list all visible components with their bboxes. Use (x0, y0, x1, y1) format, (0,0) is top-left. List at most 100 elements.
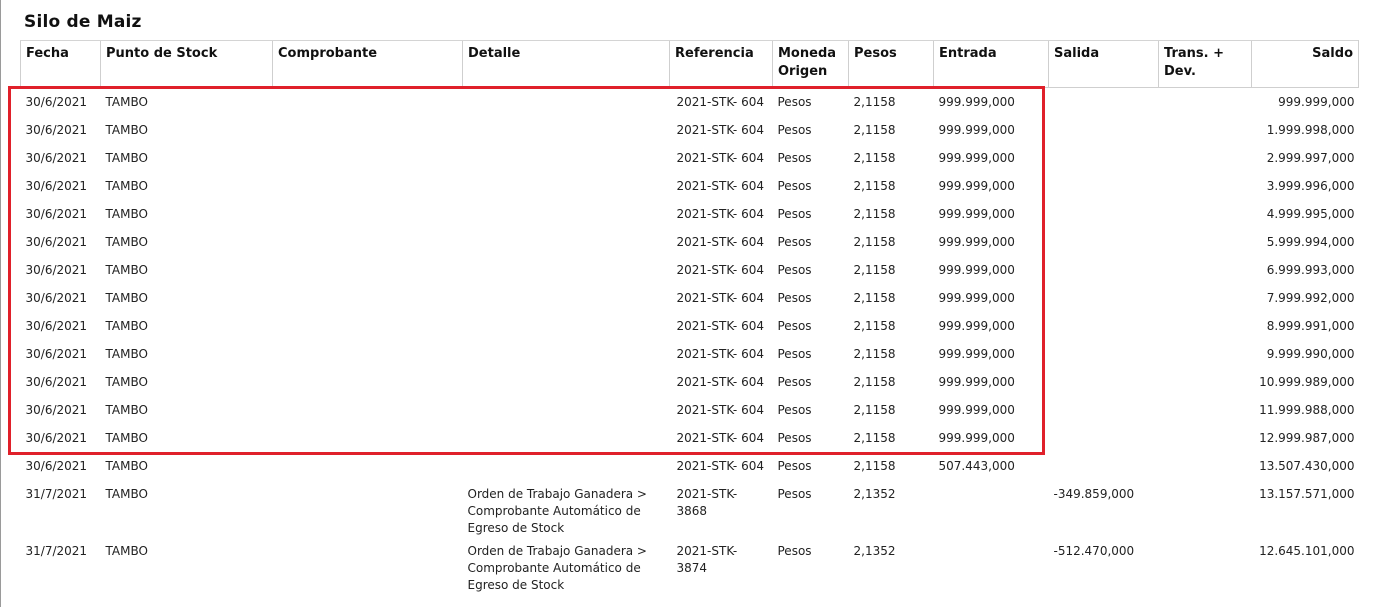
cell-trans-dev (1159, 537, 1252, 594)
cell-detalle (463, 88, 670, 117)
cell-saldo: 5.999.994,000 (1266, 235, 1355, 249)
table-row: 30/6/2021 TAMBO 2021-STK- 604 Pesos 2,11… (21, 312, 1359, 340)
column-header-entrada[interactable]: Entrada (933, 40, 1049, 88)
cell-saldo: 2.999.997,000 (1266, 151, 1355, 165)
cell-comprobante (273, 368, 463, 396)
cell-comprobante (273, 256, 463, 284)
cell-moneda-origen: Pesos (777, 179, 812, 193)
cell-referencia: 2021-STK- 604 (676, 151, 764, 165)
cell-saldo: 1.999.998,000 (1266, 123, 1355, 137)
cell-salida: -512.470,000 (1053, 544, 1135, 558)
cell-trans-dev (1159, 312, 1252, 340)
cell-salida (1049, 396, 1159, 424)
cell-fecha: 30/6/2021 (25, 319, 88, 333)
table-row: 30/6/2021 TAMBO 2021-STK- 604 Pesos 2,11… (21, 340, 1359, 368)
column-header-trans-dev[interactable]: Trans. + Dev. (1158, 40, 1252, 88)
cell-comprobante (273, 537, 463, 594)
table-row: 30/6/2021 TAMBO 2021-STK- 604 Pesos 2,11… (21, 200, 1359, 228)
column-header-punto-de-stock[interactable]: Punto de Stock (100, 40, 273, 88)
cell-salida (1049, 312, 1159, 340)
cell-pesos: 2,1158 (853, 403, 896, 417)
cell-detalle: Orden de Trabajo Ganadera > Comprobante … (467, 487, 647, 535)
column-header-moneda-origen[interactable]: Moneda Origen (772, 40, 849, 88)
cell-punto-de-stock: TAMBO (105, 347, 148, 361)
column-header-detalle[interactable]: Detalle (462, 40, 670, 88)
table-row: 30/6/2021 TAMBO 2021-STK- 604 Pesos 2,11… (21, 284, 1359, 312)
column-header-pesos[interactable]: Pesos (848, 40, 934, 88)
cell-moneda-origen: Pesos (777, 95, 812, 109)
cell-punto-de-stock: TAMBO (105, 235, 148, 249)
cell-moneda-origen: Pesos (777, 403, 812, 417)
cell-detalle (463, 172, 670, 200)
cell-comprobante (273, 396, 463, 424)
table-row: 30/6/2021 TAMBO 2021-STK- 604 Pesos 2,11… (21, 452, 1359, 480)
window-edge (0, 0, 1, 607)
cell-trans-dev (1159, 368, 1252, 396)
table-row: 30/6/2021 TAMBO 2021-STK- 604 Pesos 2,11… (21, 144, 1359, 172)
cell-saldo: 7.999.992,000 (1266, 291, 1355, 305)
cell-detalle (463, 284, 670, 312)
cell-pesos: 2,1158 (853, 151, 896, 165)
cell-fecha: 30/6/2021 (25, 151, 88, 165)
cell-moneda-origen: Pesos (777, 263, 812, 277)
cell-salida (1049, 172, 1159, 200)
cell-referencia: 2021-STK- 604 (676, 431, 764, 445)
cell-pesos: 2,1158 (853, 319, 896, 333)
stock-movements-table: Fecha Punto de Stock Comprobante Detalle… (20, 40, 1359, 594)
cell-comprobante (273, 424, 463, 452)
report-page: Silo de Maiz Fecha Punto de Stock Compro… (0, 0, 1389, 607)
cell-punto-de-stock: TAMBO (105, 151, 148, 165)
cell-entrada: 999.999,000 (938, 291, 1015, 305)
cell-punto-de-stock: TAMBO (105, 95, 148, 109)
column-header-fecha[interactable]: Fecha (20, 40, 101, 88)
cell-saldo: 13.507.430,000 (1259, 459, 1355, 473)
cell-comprobante (273, 284, 463, 312)
cell-entrada: 999.999,000 (938, 95, 1015, 109)
cell-trans-dev (1159, 172, 1252, 200)
cell-referencia: 2021-STK- 604 (676, 291, 764, 305)
cell-saldo: 11.999.988,000 (1259, 403, 1355, 417)
cell-trans-dev (1159, 144, 1252, 172)
table-header-row: Fecha Punto de Stock Comprobante Detalle… (20, 40, 1359, 88)
cell-moneda-origen: Pesos (777, 319, 812, 333)
cell-punto-de-stock: TAMBO (105, 544, 148, 558)
cell-punto-de-stock: TAMBO (105, 291, 148, 305)
cell-fecha: 30/6/2021 (25, 459, 88, 473)
cell-referencia: 2021-STK- 604 (676, 123, 764, 137)
cell-moneda-origen: Pesos (777, 375, 812, 389)
cell-pesos: 2,1158 (853, 179, 896, 193)
cell-referencia: 2021-STK- 604 (676, 347, 764, 361)
cell-comprobante (273, 228, 463, 256)
cell-salida (1049, 284, 1159, 312)
cell-moneda-origen: Pesos (777, 459, 812, 473)
cell-saldo: 8.999.991,000 (1266, 319, 1355, 333)
cell-pesos: 2,1158 (853, 459, 896, 473)
column-header-salida[interactable]: Salida (1048, 40, 1159, 88)
cell-punto-de-stock: TAMBO (105, 403, 148, 417)
column-header-saldo[interactable]: Saldo (1251, 40, 1359, 88)
cell-comprobante (273, 340, 463, 368)
cell-detalle: Orden de Trabajo Ganadera > Comprobante … (467, 544, 647, 592)
cell-fecha: 31/7/2021 (25, 487, 88, 501)
cell-entrada (934, 480, 1049, 537)
cell-fecha: 30/6/2021 (25, 123, 88, 137)
cell-saldo: 6.999.993,000 (1266, 263, 1355, 277)
cell-referencia: 2021-STK- 604 (676, 403, 764, 417)
cell-moneda-origen: Pesos (777, 291, 812, 305)
cell-entrada: 999.999,000 (938, 347, 1015, 361)
cell-saldo: 13.157.571,000 (1259, 487, 1355, 501)
cell-detalle (463, 396, 670, 424)
cell-moneda-origen: Pesos (777, 544, 812, 558)
cell-entrada: 999.999,000 (938, 235, 1015, 249)
cell-comprobante (273, 172, 463, 200)
column-header-referencia[interactable]: Referencia (669, 40, 773, 88)
column-header-comprobante[interactable]: Comprobante (272, 40, 463, 88)
report-title: Silo de Maiz (24, 12, 142, 32)
cell-salida (1049, 368, 1159, 396)
cell-detalle (463, 256, 670, 284)
cell-comprobante (273, 200, 463, 228)
cell-saldo: 10.999.989,000 (1259, 375, 1355, 389)
cell-entrada: 999.999,000 (938, 403, 1015, 417)
cell-entrada: 999.999,000 (938, 207, 1015, 221)
cell-trans-dev (1159, 256, 1252, 284)
